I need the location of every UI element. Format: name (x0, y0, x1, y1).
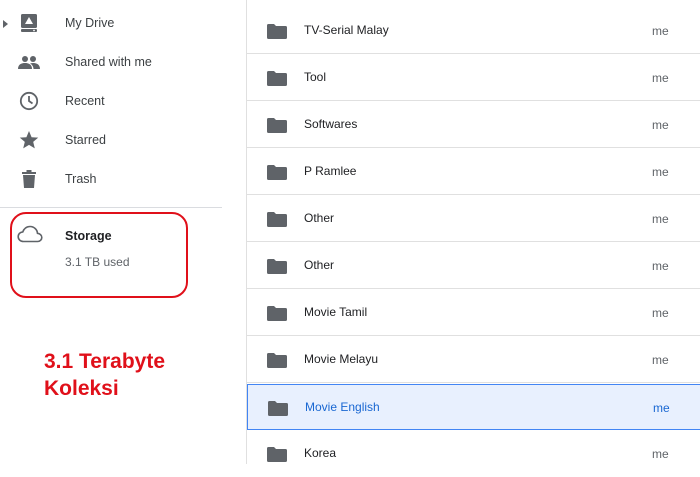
file-row[interactable]: Tool me (247, 55, 700, 101)
sidebar-item-recent[interactable]: Recent (0, 81, 222, 120)
sidebar-divider (0, 207, 222, 208)
folder-icon (267, 71, 287, 91)
file-name: TV-Serial Malay (304, 23, 389, 37)
folder-icon (267, 118, 287, 138)
clock-icon (18, 90, 40, 112)
sidebar-item-label: My Drive (65, 15, 115, 30)
annotation-line-1: 3.1 Terabyte (44, 350, 166, 373)
annotation-text: 3.1 Terabyte Koleksi (44, 348, 214, 402)
sidebar-item-label: Trash (65, 171, 97, 186)
file-owner: me (652, 212, 669, 226)
sidebar-item-starred[interactable]: Starred (0, 120, 222, 159)
file-name: Tool (304, 70, 327, 84)
annotation-highlight-box (10, 212, 188, 298)
file-owner: me (653, 401, 670, 415)
sidebar-item-label: Shared with me (65, 54, 152, 69)
folder-icon (267, 259, 287, 279)
file-owner: me (652, 118, 669, 132)
file-name: Movie Tamil (304, 305, 368, 319)
sidebar-item-shared[interactable]: Shared with me (0, 42, 222, 81)
file-name: Korea (304, 446, 337, 460)
expand-caret-icon[interactable] (3, 20, 8, 28)
folder-icon (267, 353, 287, 373)
star-icon (18, 129, 40, 151)
file-owner: me (652, 71, 669, 85)
file-name: P Ramlee (304, 164, 357, 178)
folder-icon (267, 24, 287, 44)
sidebar: My Drive Shared with me Recent Starred T… (0, 0, 222, 464)
file-row[interactable]: Korea me (247, 431, 700, 477)
file-row[interactable]: Movie Tamil me (247, 290, 700, 336)
file-row[interactable]: TV-Serial Malay me (247, 8, 700, 54)
sidebar-item-my-drive[interactable]: My Drive (0, 3, 222, 42)
trash-icon (18, 168, 40, 190)
file-row[interactable]: Other me (247, 243, 700, 289)
sidebar-item-label: Starred (65, 132, 106, 147)
file-owner: me (652, 24, 669, 38)
file-row[interactable]: Movie Melayu me (247, 337, 700, 383)
file-row-selected[interactable]: Movie English me (247, 384, 700, 430)
file-owner: me (652, 259, 669, 273)
file-name: Other (304, 211, 335, 225)
file-list: TV-Serial Malay me Tool me Softwares me … (246, 0, 700, 464)
file-name: Movie English (305, 400, 380, 414)
folder-icon (267, 447, 287, 467)
file-name: Softwares (304, 117, 358, 131)
sidebar-item-label: Recent (65, 93, 105, 108)
file-row[interactable]: Other me (247, 196, 700, 242)
file-owner: me (652, 306, 669, 320)
folder-icon (267, 306, 287, 326)
people-icon (18, 51, 40, 73)
file-row[interactable]: P Ramlee me (247, 149, 700, 195)
file-owner: me (652, 165, 669, 179)
folder-icon (267, 212, 287, 232)
sidebar-item-trash[interactable]: Trash (0, 159, 222, 198)
file-name: Other (304, 258, 335, 272)
file-owner: me (652, 353, 669, 367)
folder-icon (268, 401, 288, 421)
file-name: Movie Melayu (304, 352, 379, 366)
annotation-line-2: Koleksi (44, 377, 119, 400)
file-owner: me (652, 447, 669, 461)
drive-icon (18, 12, 40, 34)
file-row[interactable]: Softwares me (247, 102, 700, 148)
folder-icon (267, 165, 287, 185)
